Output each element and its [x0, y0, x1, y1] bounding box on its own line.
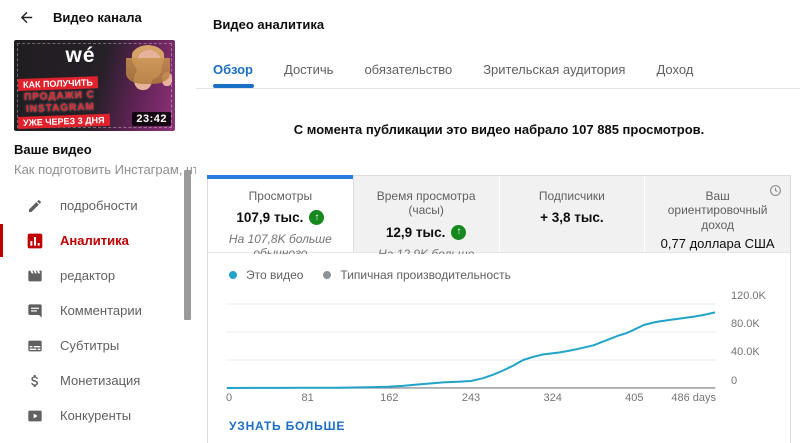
metric-card-views[interactable]: Просмотры 107,9 тыс. ↑ На 107,8K больше … [207, 175, 353, 260]
metric-title: Ваш ориентировочный доход [667, 189, 768, 232]
learn-more-link[interactable]: УЗНАТЬ БОЛЬШЕ [229, 419, 345, 433]
tabs-divider [196, 88, 800, 89]
tab-reach[interactable]: Достичь [284, 62, 333, 77]
x-tick: 324 [543, 392, 562, 404]
x-tick: 162 [380, 392, 399, 404]
y-tick: 40.0K [731, 346, 760, 358]
legend-item-typical-performance[interactable]: Типичная производительность [323, 268, 511, 282]
thumbnail-text-line4: УЖЕ ЧЕРЕЗ 3 ДНЯ [17, 113, 110, 129]
play-box-icon [26, 407, 44, 425]
metric-card-revenue[interactable]: Ваш ориентировочный доход 0,77 доллара С… [644, 176, 790, 252]
analytics-card: Просмотры 107,9 тыс. ↑ На 107,8K больше … [207, 175, 791, 443]
metric-value: 107,9 тыс. ↑ [208, 210, 353, 226]
thumbnail-text-line3: INSTAGRAM [25, 101, 95, 115]
legend-label: Типичная производительность [340, 268, 511, 282]
main-content: Видео аналитика Обзор Достичь обязательс… [196, 0, 800, 443]
trend-up-icon: ↑ [451, 224, 467, 240]
y-tick: 80.0K [731, 318, 760, 330]
movie-editor-icon [26, 267, 44, 285]
chart-x-axis: 0 81 162 243 324 405 486 days [226, 392, 716, 406]
metric-title: Время просмотра (часы) [376, 189, 476, 218]
views-line-chart [226, 303, 716, 389]
tab-engagement[interactable]: обязательство [364, 62, 452, 77]
typical-performance-dot-icon [323, 271, 332, 279]
comments-icon [26, 302, 44, 320]
sidebar-item-label: редактор [60, 268, 116, 283]
page-title: Видео аналитика [213, 17, 325, 32]
metric-card-watch-time[interactable]: Время просмотра (часы) 12,9 тыс. ↑ На 12… [352, 176, 499, 275]
sidebar: Видео канала wé КАК ПОЛУЧИТЬ ПРОДАЖИ С I… [0, 0, 208, 443]
video-duration-badge: 23:42 [132, 112, 171, 126]
clock-icon [769, 184, 782, 202]
tab-revenue[interactable]: Доход [656, 62, 693, 77]
metric-value: + 3,8 тыс. [540, 210, 604, 226]
analytics-icon [26, 232, 44, 250]
sidebar-item-label: подробности [60, 198, 138, 213]
metric-title: Просмотры [248, 189, 313, 203]
back-arrow-icon[interactable] [18, 9, 35, 26]
sidebar-item-monetization[interactable]: Монетизация [0, 363, 196, 398]
sidebar-item-details[interactable]: подробности [0, 188, 196, 223]
your-video-label: Ваше видео [14, 142, 92, 157]
y-tick: 120.0K [731, 290, 766, 302]
sidebar-item-competitors[interactable]: Конкуренты [0, 398, 196, 433]
video-thumbnail[interactable]: wé КАК ПОЛУЧИТЬ ПРОДАЖИ С INSTAGRAM УЖЕ … [14, 40, 175, 131]
legend-label: Это видео [246, 268, 304, 282]
sidebar-item-label: Аналитика [60, 233, 129, 248]
sidebar-item-label: Комментарии [60, 303, 142, 318]
x-tick: 243 [461, 392, 481, 404]
views-summary-text: С момента публикации это видео набрало 1… [293, 122, 705, 137]
thumbnail-brand-text: wé [65, 44, 96, 67]
sidebar-menu: подробности Аналитика редактор Комментар… [0, 188, 196, 433]
chart-legend: Это видео Типичная производительность [208, 254, 790, 296]
subtitles-icon [26, 337, 44, 355]
tab-audience[interactable]: Зрительская аудитория [483, 62, 625, 77]
x-tick: 0 [226, 392, 233, 404]
analytics-tabs: Обзор Достичь обязательство Зрительская … [213, 62, 693, 77]
tab-overview[interactable]: Обзор [213, 62, 253, 77]
metrics-row: Просмотры 107,9 тыс. ↑ На 107,8K больше … [207, 175, 790, 275]
legend-item-this-video[interactable]: Это видео [229, 268, 303, 282]
sidebar-item-comments[interactable]: Комментарии [0, 293, 196, 328]
sidebar-item-analytics[interactable]: Аналитика [0, 223, 196, 258]
youtube-studio-analytics-page: Видео канала wé КАК ПОЛУЧИТЬ ПРОДАЖИ С I… [0, 0, 800, 443]
video-title: Как подготовить Инстаграм, чт... [14, 162, 209, 177]
dollar-icon [26, 372, 44, 390]
thumbnail-text-line1: КАК ПОЛУЧИТЬ [17, 76, 99, 91]
trend-up-icon: ↑ [309, 210, 325, 226]
x-tick: 405 [625, 392, 644, 404]
x-tick: 81 [301, 392, 314, 404]
metric-value: 12,9 тыс. ↑ [354, 224, 499, 240]
this-video-dot-icon [229, 271, 237, 279]
sidebar-item-label: Конкуренты [60, 408, 132, 423]
sidebar-item-label: Монетизация [60, 373, 141, 388]
metric-card-subscribers[interactable]: Подписчики + 3,8 тыс. [498, 176, 645, 252]
sidebar-item-subtitles[interactable]: Субтитры [0, 328, 196, 363]
x-tick: 486 days [671, 392, 716, 404]
y-tick: 0 [731, 375, 738, 387]
sidebar-item-editor[interactable]: редактор [0, 258, 196, 293]
metric-title: Подписчики [538, 189, 605, 203]
channel-videos-label: Видео канала [53, 10, 142, 25]
metric-value: 0,77 доллара США [660, 236, 775, 252]
pencil-icon [26, 197, 44, 215]
sidebar-scrollbar[interactable] [184, 170, 191, 320]
sidebar-item-label: Субтитры [60, 338, 120, 353]
